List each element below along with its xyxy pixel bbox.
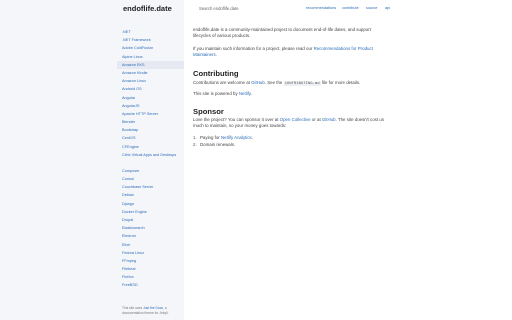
sidebar-item-amazon-linux[interactable]: Amazon Linux [117, 77, 184, 85]
sidebar-footer: This site uses Just the Docs, a document… [122, 306, 180, 315]
nav-link-source[interactable]: source [366, 6, 377, 10]
sidebar-item-django[interactable]: Django [117, 200, 184, 208]
sidebar-item-centos[interactable]: CentOS [117, 134, 184, 142]
sidebar-item-electron[interactable]: Electron [117, 232, 184, 240]
github-link[interactable]: GitHub [251, 80, 265, 85]
sidebar-item-alpine-linux[interactable]: Alpine Linux [117, 53, 184, 61]
sponsor-list: 1. Paying for Netlify Analytics. 2. Domain… [193, 134, 253, 148]
contrib-mid: . See the [264, 80, 284, 85]
sidebar-item-firefox[interactable]: Firefox [117, 273, 184, 281]
maintain-suffix: . [215, 52, 217, 58]
sidebar-item-amazon-kindle[interactable]: Amazon Kindle [117, 69, 184, 77]
sidebar-item-elixir[interactable]: Elixir [117, 241, 184, 249]
sidebar-item-docker-engine[interactable]: Docker Engine [117, 208, 184, 216]
sidebar-nav: .NET .NET Framework Adobe ColdFusion Alpine… [117, 28, 184, 290]
sidebar-item-cfengine[interactable]: CFEngine [117, 143, 184, 151]
sidebar-item-elasticsearch[interactable]: Elasticsearch [117, 224, 184, 232]
intro-paragraph: endoflife.date is a community-maintained… [193, 27, 371, 39]
sidebar-item-adobe-coldfusion[interactable]: Adobe ColdFusion [117, 44, 184, 52]
github-sponsor-link[interactable]: GitHub [322, 117, 336, 122]
list-item: 2. Domain renewals. [193, 141, 253, 148]
powered-prefix: This site is powered by [193, 91, 239, 96]
list-item: 1. Paying for Netlify Analytics. [193, 134, 253, 141]
sidebar-item-fedora-linux[interactable]: Fedora Linux [117, 249, 184, 257]
list-text: Paying for [200, 135, 221, 140]
sidebar-item-drupal[interactable]: Drupal [117, 216, 184, 224]
sidebar-item-couchbase-server[interactable]: Couchbase Server [117, 183, 184, 191]
sidebar-item-composer[interactable]: Composer [117, 167, 184, 175]
netlify-link[interactable]: Netlify [239, 91, 251, 96]
powered-suffix: . [250, 91, 252, 96]
sidebar-item-blender[interactable]: Blender [117, 118, 184, 126]
list-number: 1. [193, 135, 197, 140]
site-header: endoflife.date recommendations contribut… [0, 0, 512, 16]
nav-link-api[interactable]: api [385, 6, 390, 10]
sidebar-item-net-framework[interactable]: .NET Framework [117, 36, 184, 44]
maintainers-paragraph: If you maintain such information for a p… [193, 46, 388, 59]
sidebar-item-freebsd[interactable]: FreeBSD [117, 281, 184, 289]
nav-link-contribute[interactable]: contribute [342, 6, 359, 10]
maintain-prefix: If you maintain such information for a p… [193, 46, 314, 51]
sponsor-mid: or at [310, 117, 322, 122]
netlify-analytics-link[interactable]: Netlify Analytics [221, 135, 252, 140]
list-number: 2. [193, 142, 197, 147]
powered-paragraph: This site is powered by Netlify. [193, 91, 252, 97]
sidebar-item-consul[interactable]: Consul [117, 175, 184, 183]
sidebar-item-amazon-eks[interactable]: Amazon EKS [117, 60, 184, 69]
sponsor-heading: Sponsor [193, 107, 224, 116]
sidebar-item-ffmpeg[interactable]: FFmpeg [117, 257, 184, 265]
site-logo[interactable]: endoflife.date [123, 4, 172, 13]
contributing-paragraph: Contributions are welcome at GitHub. See… [193, 80, 393, 87]
list-text-suffix: . [251, 135, 253, 140]
sidebar-item-apache-http-server[interactable]: Apache HTTP Server [117, 110, 184, 118]
footer-prefix: This site uses [122, 306, 144, 310]
sidebar-item-angular[interactable]: Angular [117, 94, 184, 102]
just-the-docs-link[interactable]: Just the Docs [143, 306, 163, 310]
sidebar-item-citrix-virtual-apps-and-desktops[interactable]: Citrix Virtual Apps and Desktops [117, 151, 184, 167]
contrib-suffix: file for more details. [320, 80, 361, 85]
contrib-prefix: Contributions are welcome at [193, 80, 252, 85]
sidebar-item-net[interactable]: .NET [117, 28, 184, 36]
sidebar-item-bootstrap[interactable]: Bootstrap [117, 126, 184, 134]
sidebar-item-android-os[interactable]: Android OS [117, 85, 184, 93]
nav-link-recommendations[interactable]: recommendations [306, 6, 336, 10]
sponsor-paragraph: Love the project? You can sponsor it ove… [193, 117, 391, 130]
search-input[interactable] [199, 3, 289, 13]
sponsor-prefix: Love the project? You can sponsor it ove… [193, 117, 280, 122]
sidebar-item-filebeat[interactable]: Filebeat [117, 265, 184, 273]
contributing-heading: Contributing [193, 69, 239, 78]
open-collective-link[interactable]: Open Collective [280, 117, 311, 122]
sidebar-item-angularjs[interactable]: AngularJS [117, 102, 184, 110]
sidebar-item-debian[interactable]: Debian [117, 191, 184, 199]
contributing-file-code: CONTRIBUTING.md [283, 82, 321, 86]
list-text: Domain renewals. [200, 142, 236, 147]
